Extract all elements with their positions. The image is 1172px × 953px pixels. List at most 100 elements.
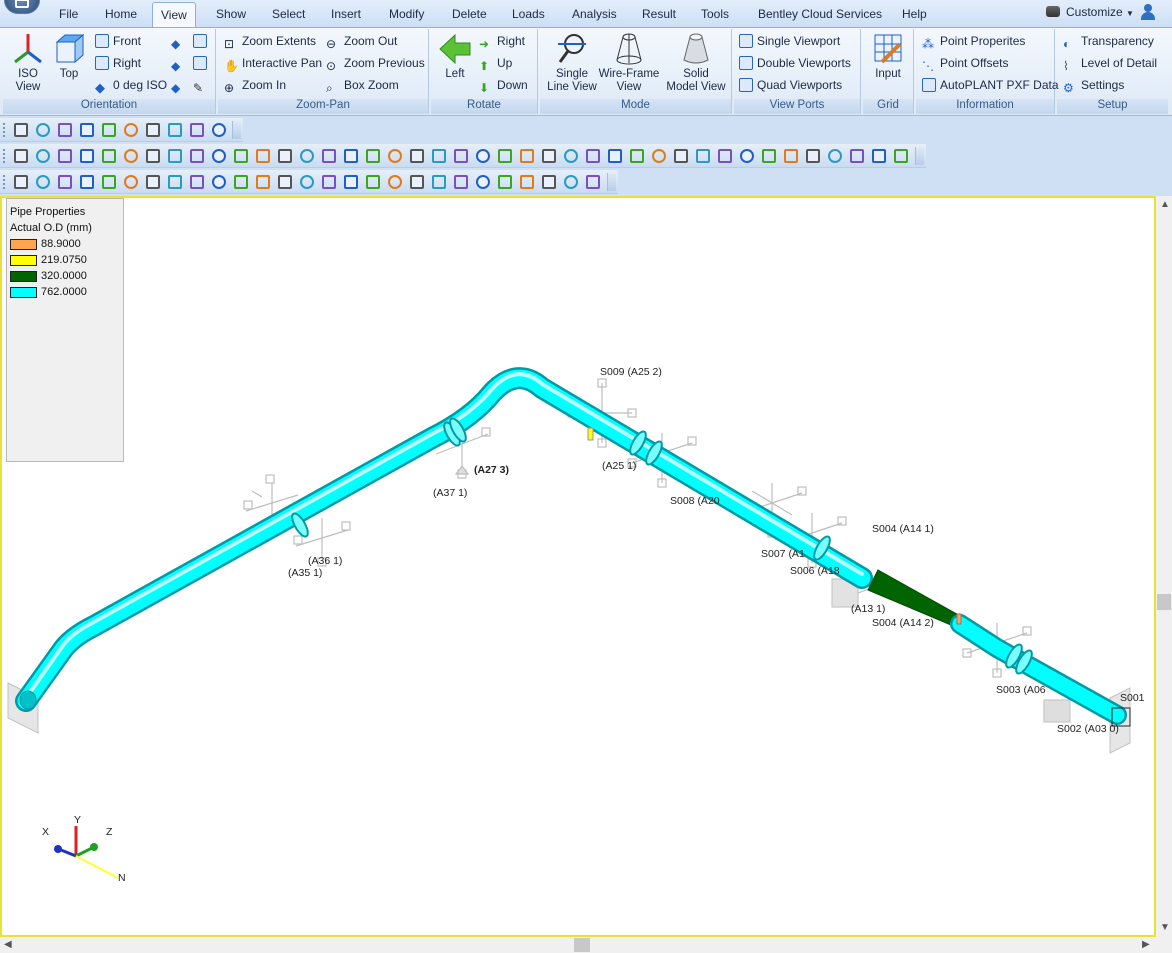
toolbar-tool-button[interactable] xyxy=(54,146,76,166)
toolbar-tool-button[interactable] xyxy=(208,172,230,192)
toolbar-tool-button[interactable] xyxy=(164,146,186,166)
piping-model-canvas[interactable] xyxy=(2,198,1154,935)
node-label-s006[interactable]: S006 (A18 xyxy=(790,565,840,577)
menu-analysis[interactable]: Analysis xyxy=(572,7,617,21)
model-viewport[interactable]: S009 (A25 2) (A27 3) (A37 1) (A25 1) S00… xyxy=(0,196,1156,937)
toolbar-tool-button[interactable] xyxy=(230,146,252,166)
view-left-button[interactable] xyxy=(193,54,211,72)
toolbar-tool-button[interactable] xyxy=(208,146,230,166)
toolbar-tool-button[interactable] xyxy=(318,172,340,192)
toolbar-tool-button[interactable] xyxy=(98,172,120,192)
node-label-s003[interactable]: S003 (A06 xyxy=(996,684,1046,696)
menu-result[interactable]: Result xyxy=(642,7,676,21)
app-menu-button[interactable] xyxy=(4,0,40,14)
toolbar-tool-button[interactable] xyxy=(120,146,142,166)
transparency-button[interactable]: ◐ Transparency xyxy=(1063,32,1154,51)
menu-loads[interactable]: Loads xyxy=(512,7,545,21)
toolbar-tool-button[interactable] xyxy=(274,172,296,192)
toolbar-tool-button[interactable] xyxy=(604,146,626,166)
node-label-a13[interactable]: (A13 1) xyxy=(851,603,885,615)
toolbar-tool-button[interactable] xyxy=(362,172,384,192)
toolbar-tool-button[interactable] xyxy=(406,146,428,166)
node-label-a37[interactable]: (A37 1) xyxy=(433,487,467,499)
toolbar-tool-button[interactable] xyxy=(186,146,208,166)
toolbar-tool-button[interactable] xyxy=(538,172,560,192)
toolbar-tool-button[interactable] xyxy=(472,146,494,166)
scroll-right-icon[interactable]: ▶ xyxy=(1142,939,1150,950)
toolbar-tool-button[interactable] xyxy=(142,172,164,192)
toolbar-tool-button[interactable] xyxy=(824,146,846,166)
toolbar-tool-button[interactable] xyxy=(208,120,230,140)
front-view-button[interactable]: Front xyxy=(95,32,141,50)
toolbar-tool-button[interactable] xyxy=(274,146,296,166)
scroll-down-icon[interactable]: ▼ xyxy=(1160,922,1170,933)
toolbar-tool-button[interactable] xyxy=(54,172,76,192)
toolbar-grip[interactable] xyxy=(3,123,6,137)
toolbar-tool-button[interactable] xyxy=(714,146,736,166)
menu-delete[interactable]: Delete xyxy=(452,7,487,21)
toolbar-tool-button[interactable] xyxy=(758,146,780,166)
customize-button[interactable]: Customize ▼ xyxy=(1046,5,1134,19)
toolbar-tool-button[interactable] xyxy=(626,146,648,166)
toolbar-tool-button[interactable] xyxy=(32,120,54,140)
toolbar-tool-button[interactable] xyxy=(384,146,406,166)
menu-select[interactable]: Select xyxy=(272,7,305,21)
toolbar-tool-button[interactable] xyxy=(76,120,98,140)
view-iso-ne-button[interactable]: ◆ xyxy=(171,32,189,51)
toolbar-tool-button[interactable] xyxy=(230,172,252,192)
menu-view[interactable]: View xyxy=(152,2,196,27)
toolbar-tool-button[interactable] xyxy=(560,146,582,166)
double-viewports-button[interactable]: Double Viewports xyxy=(739,54,851,72)
scroll-left-icon[interactable]: ◀ xyxy=(4,939,12,950)
node-label-a36[interactable]: (A36 1) xyxy=(308,555,342,567)
interactive-pan-button[interactable]: ✋ Interactive Pan xyxy=(224,54,322,73)
point-properties-button[interactable]: ⁂ Point Properites xyxy=(922,32,1025,51)
toolbar-tool-button[interactable] xyxy=(120,172,142,192)
toolbar-tool-button[interactable] xyxy=(582,172,604,192)
toolbar-overflow-button[interactable] xyxy=(232,121,241,139)
menu-help[interactable]: Help xyxy=(902,7,927,21)
node-label-s009[interactable]: S009 (A25 2) xyxy=(600,366,662,378)
node-label-s001[interactable]: S001 xyxy=(1120,692,1145,704)
menu-home[interactable]: Home xyxy=(105,7,137,21)
toolbar-tool-button[interactable] xyxy=(10,120,32,140)
toolbar-tool-button[interactable] xyxy=(76,146,98,166)
rotate-left-button[interactable]: Left xyxy=(437,32,473,81)
toolbar-tool-button[interactable] xyxy=(494,172,516,192)
node-label-a35[interactable]: (A35 1) xyxy=(288,567,322,579)
menu-file[interactable]: File xyxy=(59,7,78,21)
solid-model-view-button[interactable]: Solid Model View xyxy=(664,32,728,94)
toolbar-overflow-button[interactable] xyxy=(607,173,616,191)
node-label-a25[interactable]: (A25 1) xyxy=(602,460,636,472)
toolbar-tool-button[interactable] xyxy=(494,146,516,166)
node-label-s004-1[interactable]: S004 (A14 1) xyxy=(872,523,934,535)
rotate-right-button[interactable]: ➜ Right xyxy=(479,32,525,51)
node-label-s002[interactable]: S002 (A03 0) xyxy=(1057,723,1119,735)
toolbar-tool-button[interactable] xyxy=(120,120,142,140)
horizontal-scroll-thumb[interactable] xyxy=(574,938,590,952)
toolbar-tool-button[interactable] xyxy=(362,146,384,166)
iso-view-button[interactable]: ISO View xyxy=(7,32,49,94)
grid-input-button[interactable]: Input xyxy=(869,32,907,81)
toolbar-tool-button[interactable] xyxy=(340,146,362,166)
toolbar-tool-button[interactable] xyxy=(736,146,758,166)
menu-tools[interactable]: Tools xyxy=(701,7,729,21)
zero-deg-iso-button[interactable]: ◆ 0 deg ISO xyxy=(95,76,167,95)
toolbar-tool-button[interactable] xyxy=(670,146,692,166)
toolbar-tool-button[interactable] xyxy=(142,120,164,140)
menu-bentley-cloud[interactable]: Bentley Cloud Services xyxy=(758,7,882,21)
toolbar-tool-button[interactable] xyxy=(164,120,186,140)
zoom-extents-button[interactable]: ⊡ Zoom Extents xyxy=(224,32,316,51)
toolbar-tool-button[interactable] xyxy=(186,120,208,140)
autoplant-pxf-button[interactable]: AutoPLANT PXF Data xyxy=(922,76,1059,94)
scroll-up-icon[interactable]: ▲ xyxy=(1160,199,1170,210)
toolbar-tool-button[interactable] xyxy=(98,146,120,166)
toolbar-tool-button[interactable] xyxy=(560,172,582,192)
vertical-scrollbar[interactable]: ▲ ▼ xyxy=(1156,196,1172,937)
node-label-s007[interactable]: S007 (A1 xyxy=(761,548,805,560)
toolbar-grip[interactable] xyxy=(3,149,6,163)
toolbar-tool-button[interactable] xyxy=(450,146,472,166)
vertical-scroll-thumb[interactable] xyxy=(1157,594,1171,610)
box-zoom-button[interactable]: ⌕ Box Zoom xyxy=(326,76,399,95)
right-view-button[interactable]: Right xyxy=(95,54,141,72)
